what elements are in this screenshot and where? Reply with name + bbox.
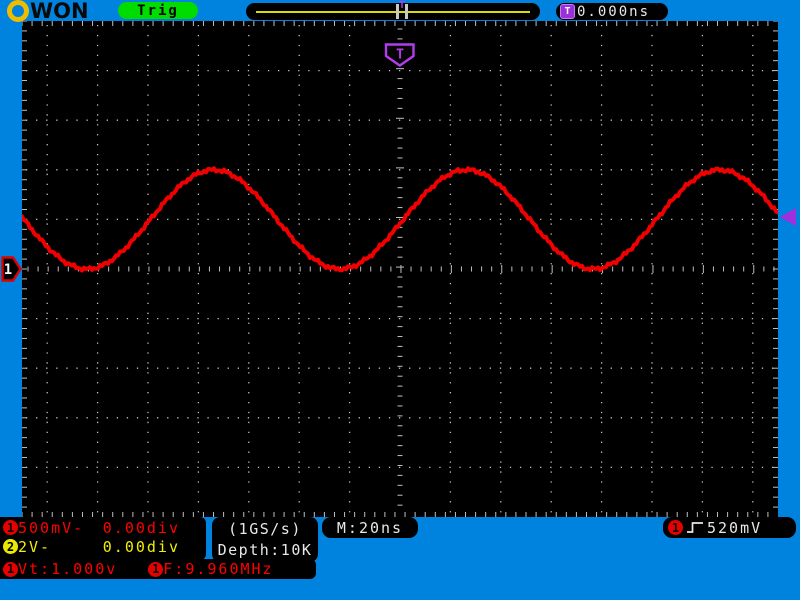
channel1-badge-icon: 1 xyxy=(3,520,18,535)
trigger-t-icon: T xyxy=(560,4,575,19)
record-extent-line xyxy=(256,10,530,13)
channel2-row[interactable]: 2 2V- 0.00div xyxy=(0,537,206,556)
trigger-level-value: 520mV xyxy=(707,518,763,537)
measure-frequency: F:9.960MHz xyxy=(163,560,274,578)
channel2-offset: 0.00div xyxy=(102,537,180,556)
hpos-trigger-marker: T xyxy=(398,0,406,11)
owon-logo-o-icon xyxy=(7,0,29,22)
trigger-position-marker[interactable]: T xyxy=(384,43,416,68)
channel1-row[interactable]: 1 500mV- 0.00div xyxy=(0,518,206,537)
trigger-level-marker[interactable] xyxy=(780,208,796,227)
timebase-box[interactable]: M:20ns xyxy=(322,517,418,538)
trigger-channel-badge-icon: 1 xyxy=(668,520,683,535)
graticule-area: T xyxy=(22,21,778,517)
svg-text:T: T xyxy=(396,48,404,63)
measure-ch1-badge2-icon: 1 xyxy=(148,561,164,577)
channel1-scale: 500mV- xyxy=(18,518,85,537)
trigger-status-label: Trig xyxy=(137,2,179,19)
measure-vt: Vt:1.000v xyxy=(18,560,118,578)
trigger-settings-box[interactable]: 1 520mV xyxy=(663,517,796,538)
top-status-bar: WON Trig T T 0.000ns xyxy=(0,0,800,23)
trigger-status-badge: Trig xyxy=(118,2,198,19)
measurement-box: 1 Vt:1.000v 1 F:9.960MHz xyxy=(0,559,316,579)
owon-logo: WON xyxy=(7,0,89,23)
rising-edge-icon xyxy=(687,522,703,533)
channel1-offset: 0.00div xyxy=(102,518,180,537)
owon-logo-text: WON xyxy=(30,0,89,23)
svg-text:1: 1 xyxy=(4,262,12,278)
horizontal-position-bar[interactable]: T xyxy=(246,0,540,20)
channel-info-box: 1 500mV- 0.00div 2 2V- 0.00div xyxy=(0,517,206,560)
acquisition-info-box: (1GS/s) Depth:10K xyxy=(212,517,318,562)
memory-depth: Depth:10K xyxy=(217,540,313,559)
channel1-zero-marker[interactable]: 1 xyxy=(1,256,23,282)
sample-rate: (1GS/s) xyxy=(228,519,302,538)
channel2-badge-icon: 2 xyxy=(3,539,18,554)
measure-ch1-badge-icon: 1 xyxy=(3,561,18,577)
waveform-plot xyxy=(22,21,778,517)
channel2-scale: 2V- xyxy=(18,537,52,556)
trigger-time-badge: T 0.000ns xyxy=(556,3,668,20)
trigger-time-value: 0.000ns xyxy=(577,3,651,20)
timebase-value: M:20ns xyxy=(336,518,404,537)
oscilloscope-screen: WON Trig T T 0.000ns T 1 1 500mV- 0.00di… xyxy=(0,0,800,600)
